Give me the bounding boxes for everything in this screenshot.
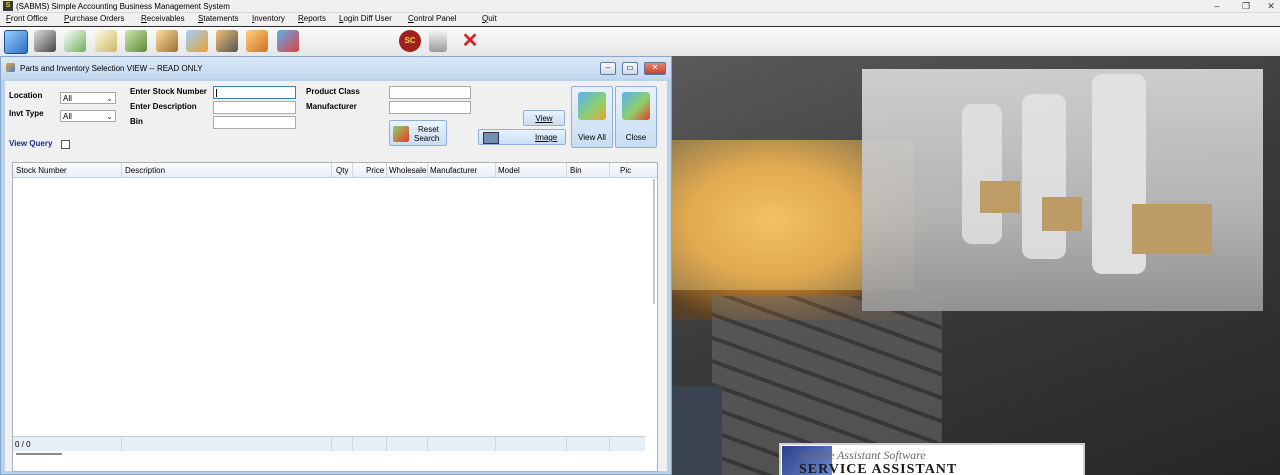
reset-search-button[interactable]: Reset Search [389, 120, 447, 146]
close-button[interactable]: Close [615, 86, 657, 148]
sc-icon[interactable]: SC [399, 30, 421, 52]
money-icon[interactable] [125, 30, 147, 52]
title-bar: S (SABMS) Simple Accounting Business Man… [0, 0, 1280, 13]
grid-footer: 0 / 0 [13, 436, 645, 451]
image-button[interactable]: Image [478, 129, 566, 145]
menu-control-panel[interactable]: Control Panel [408, 14, 456, 23]
description-label: Enter Description [130, 102, 197, 111]
record-count: 0 / 0 [15, 440, 31, 449]
menu-login-diff-user[interactable]: Login Diff User [339, 14, 392, 23]
bin-label: Bin [130, 117, 143, 126]
product-class-label: Product Class [306, 87, 360, 96]
location-select[interactable]: All ⌄ [60, 92, 116, 104]
inventory-grid[interactable]: Stock Number Description Qty Price Whole… [12, 162, 658, 472]
menu-quit[interactable]: Quit [482, 14, 497, 23]
checklist-icon[interactable] [64, 30, 86, 52]
menu-purchase-orders[interactable]: Purchase Orders [64, 14, 124, 23]
window-restore-button[interactable]: ▭ [622, 62, 638, 75]
view-query-checkbox[interactable] [61, 140, 70, 149]
app-title: (SABMS) Simple Accounting Business Manag… [16, 1, 230, 11]
window-minimize-button[interactable]: ‒ [600, 62, 616, 75]
manufacturer-label: Manufacturer [306, 102, 357, 111]
minimize-window-button[interactable]: ‒ [1202, 0, 1232, 12]
calculator-icon[interactable] [429, 30, 447, 52]
help-icon[interactable] [4, 30, 28, 54]
calendar-icon[interactable] [186, 30, 208, 52]
column-header-pic[interactable]: Pic [620, 166, 631, 175]
description-input[interactable] [213, 101, 296, 114]
window-client-area: Location All ⌄ Invt Type All ⌄ View Quer… [5, 81, 667, 472]
service-assistant-logo: Service Assistant Software SERVICE ASSIS… [779, 443, 1085, 475]
view-all-button[interactable]: View All [571, 86, 613, 148]
view-button[interactable]: View [523, 110, 565, 126]
handshake-icon[interactable] [246, 30, 268, 52]
window-caption: Parts and Inventory Selection VIEW -- RE… [1, 57, 671, 79]
window-close-button[interactable]: ✕ [644, 62, 666, 75]
product-class-input[interactable] [389, 86, 471, 99]
column-header-manufacturer[interactable]: Manufacturer [430, 166, 477, 175]
camera-icon [483, 132, 499, 144]
chevron-down-icon: ⌄ [106, 94, 113, 103]
report-icon[interactable] [156, 30, 178, 52]
boxes-close-icon [622, 92, 650, 120]
column-header-qty[interactable]: Qty [336, 166, 348, 175]
column-header-description[interactable]: Description [125, 166, 165, 175]
manufacturer-input[interactable] [389, 101, 471, 114]
grid-vertical-scrollbar[interactable] [653, 179, 655, 304]
stock-number-input[interactable] [213, 86, 296, 99]
column-header-price[interactable]: Price [366, 166, 384, 175]
boxes-icon [578, 92, 606, 120]
column-header-stock-number[interactable]: Stock Number [16, 166, 67, 175]
invt-type-label: Invt Type [9, 109, 44, 118]
users-icon[interactable] [216, 30, 238, 52]
menu-bar: Front Office Purchase Orders Receivables… [0, 13, 1280, 26]
reset-icon [393, 126, 409, 142]
grid-header: Stock Number Description Qty Price Whole… [13, 163, 657, 178]
view-query-label: View Query [9, 139, 53, 148]
column-header-wholesale[interactable]: Wholesale [389, 166, 426, 175]
location-label: Location [9, 91, 43, 100]
menu-statements[interactable]: Statements [198, 14, 238, 23]
close-window-button[interactable]: ✕ [1256, 0, 1280, 12]
boxes-icon[interactable] [277, 30, 299, 52]
toolbar: SC ✕ [0, 27, 1280, 57]
bin-input[interactable] [213, 116, 296, 129]
invt-type-select[interactable]: All ⌄ [60, 110, 116, 122]
menu-reports[interactable]: Reports [298, 14, 326, 23]
column-header-model[interactable]: Model [498, 166, 520, 175]
parts-inventory-window: Parts and Inventory Selection VIEW -- RE… [0, 56, 672, 475]
background-image: Service Assistant Software SERVICE ASSIS… [672, 56, 1280, 475]
app-icon: S [3, 1, 13, 11]
horizontal-scrollbar[interactable] [16, 453, 62, 455]
stock-number-label: Enter Stock Number [130, 87, 207, 96]
menu-front-office[interactable]: Front Office [6, 14, 48, 23]
exit-icon[interactable]: ✕ [459, 30, 481, 52]
chevron-down-icon: ⌄ [106, 112, 113, 121]
document-icon[interactable] [95, 30, 117, 52]
window-title: Parts and Inventory Selection VIEW -- RE… [20, 64, 203, 73]
column-header-bin[interactable]: Bin [570, 166, 582, 175]
tools-icon[interactable] [34, 30, 56, 52]
menu-receivables[interactable]: Receivables [141, 14, 185, 23]
menu-inventory[interactable]: Inventory [252, 14, 285, 23]
figures-photo [862, 69, 1263, 311]
window-app-icon [6, 63, 15, 72]
